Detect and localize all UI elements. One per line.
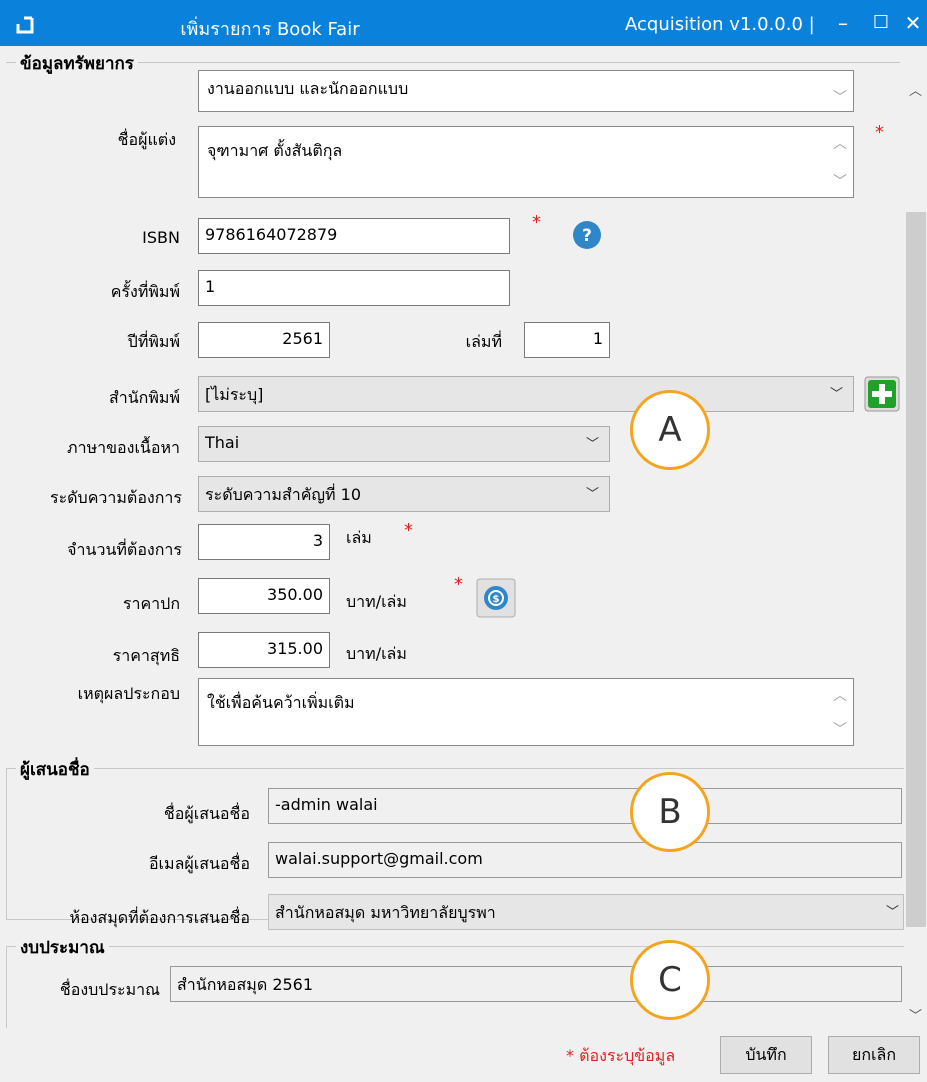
form-content: ข้อมูลทรัพยากร งานออกแบบ และนักออกแบบ ﹀ … <box>0 46 927 1037</box>
chevron-down-icon: ﹀ <box>585 437 599 452</box>
list-price-input[interactable]: 350.00 <box>198 578 330 614</box>
quantity-label: จำนวนที่ต้องการ <box>67 540 182 559</box>
scroll-down-icon[interactable]: ﹀ <box>904 1005 927 1024</box>
svg-text:?: ? <box>582 226 592 246</box>
reason-text: ใช้เพื่อค้นคว้าเพิ่มเติม <box>207 693 355 712</box>
window-title: เพิ่มรายการ Book Fair <box>180 19 360 40</box>
chevron-down-icon: ﹀ <box>829 387 843 402</box>
title-scroll[interactable]: ﹀ <box>831 75 849 107</box>
author-scroll[interactable]: ︿ ﹀ <box>831 133 849 191</box>
app-version: Acquisition v1.0.0.0 | <box>625 14 815 35</box>
library-value: สำนักหอสมุด มหาวิทยาลัยบูรพา <box>275 903 496 922</box>
language-value: Thai <box>205 433 240 452</box>
net-price-unit: บาท/เล่ม <box>346 644 407 663</box>
chevron-down-icon: ﹀ <box>585 487 599 502</box>
language-label: ภาษาของเนื้อหา <box>67 438 180 457</box>
proposer-name-field: -admin walai <box>268 788 902 824</box>
callout-b: B <box>630 772 710 852</box>
currency-convert-icon[interactable]: $ <box>476 578 516 618</box>
save-button[interactable]: บันทึก <box>720 1036 812 1074</box>
resource-section-border <box>6 62 900 63</box>
isbn-label: ISBN <box>142 228 180 247</box>
chevron-down-icon: ﹀ <box>885 905 899 920</box>
author-label: ชื่อผู้แต่ง <box>117 130 176 149</box>
budget-section-title: งบประมาณ <box>16 934 109 961</box>
priority-select[interactable]: ระดับความสำคัญที่ 10 ﹀ <box>198 476 610 512</box>
reason-scroll[interactable]: ︿ ﹀ <box>831 685 849 739</box>
publisher-select[interactable]: [ไม่ระบุ] ﹀ <box>198 376 854 412</box>
author-textarea[interactable]: จุฑามาศ ตั้งสันติกุล ︿ ﹀ <box>198 126 854 198</box>
proposer-email-label: อีเมลผู้เสนอชื่อ <box>148 854 250 873</box>
year-label: ปีที่พิมพ์ <box>127 332 180 351</box>
proposer-section-title: ผู้เสนอชื่อ <box>16 756 94 783</box>
list-price-label: ราคาปก <box>122 594 180 613</box>
library-label: ห้องสมุดที่ต้องการเสนอชื่อ <box>69 908 250 927</box>
proposer-name-label: ชื่อผู้เสนอชื่อ <box>163 804 250 823</box>
year-input[interactable]: 2561 <box>198 322 330 358</box>
proposer-email-field: walai.support@gmail.com <box>268 842 902 878</box>
vertical-scrollbar[interactable]: ︿ ﹀ <box>904 62 927 1028</box>
title-text: งานออกแบบ และนักออกแบบ <box>207 79 409 98</box>
volume-input[interactable]: 1 <box>524 322 610 358</box>
resource-section-title: ข้อมูลทรัพยากร <box>16 50 138 77</box>
budget-field: สำนักหอสมุด 2561 <box>170 966 902 1002</box>
help-icon[interactable]: ? <box>572 220 602 250</box>
isbn-input[interactable]: 9786164072879 <box>198 218 510 254</box>
quantity-unit: เล่ม <box>346 528 372 547</box>
chevron-up-icon[interactable]: ︿ <box>831 133 849 153</box>
quantity-input[interactable]: 3 <box>198 524 330 560</box>
chevron-up-icon[interactable]: ︿ <box>831 685 849 705</box>
publisher-label: สำนักพิมพ์ <box>108 388 180 407</box>
scroll-up-icon[interactable]: ︿ <box>904 80 927 99</box>
chevron-down-icon[interactable]: ﹀ <box>831 719 849 739</box>
author-text: จุฑามาศ ตั้งสันติกุล <box>207 141 343 160</box>
net-price-input[interactable]: 315.00 <box>198 632 330 668</box>
reason-textarea[interactable]: ใช้เพื่อค้นคว้าเพิ่มเติม ︿ ﹀ <box>198 678 854 746</box>
edition-input[interactable]: 1 <box>198 270 510 306</box>
chevron-down-icon[interactable]: ﹀ <box>831 171 849 191</box>
reason-label: เหตุผลประกอบ <box>77 684 180 703</box>
callout-c: C <box>630 940 710 1020</box>
edition-label: ครั้งที่พิมพ์ <box>110 282 180 301</box>
isbn-required-mark: * <box>532 212 541 233</box>
title-textarea[interactable]: งานออกแบบ และนักออกแบบ ﹀ <box>198 70 854 112</box>
volume-label: เล่มที่ <box>465 332 502 351</box>
language-select[interactable]: Thai ﹀ <box>198 426 610 462</box>
list-price-unit: บาท/เล่ม <box>346 592 407 611</box>
budget-label: ชื่องบประมาณ <box>59 980 160 999</box>
author-required-mark: * <box>875 122 884 143</box>
cancel-button[interactable]: ยกเลิก <box>828 1036 920 1074</box>
chevron-down-icon[interactable]: ﹀ <box>831 87 849 107</box>
svg-text:$: $ <box>493 594 500 605</box>
publisher-value: [ไม่ระบุ] <box>205 385 264 404</box>
maximize-button[interactable]: ☐ <box>866 8 896 38</box>
library-select[interactable]: สำนักหอสมุด มหาวิทยาลัยบูรพา ﹀ <box>268 894 904 930</box>
list-price-required-mark: * <box>454 574 463 595</box>
required-note: * ต้องระบุข้อมูล <box>566 1046 676 1065</box>
footer-bar: * ต้องระบุข้อมูล บันทึก ยกเลิก <box>0 1028 927 1082</box>
callout-a: A <box>630 390 710 470</box>
priority-value: ระดับความสำคัญที่ 10 <box>205 485 362 504</box>
net-price-label: ราคาสุทธิ <box>112 646 180 665</box>
quantity-required-mark: * <box>404 520 413 541</box>
add-publisher-icon[interactable] <box>864 376 900 412</box>
close-button[interactable]: ✕ <box>898 8 927 38</box>
priority-label: ระดับความต้องการ <box>49 488 182 507</box>
scrollbar-thumb[interactable] <box>906 212 926 927</box>
minimize-button[interactable]: – <box>828 8 858 38</box>
